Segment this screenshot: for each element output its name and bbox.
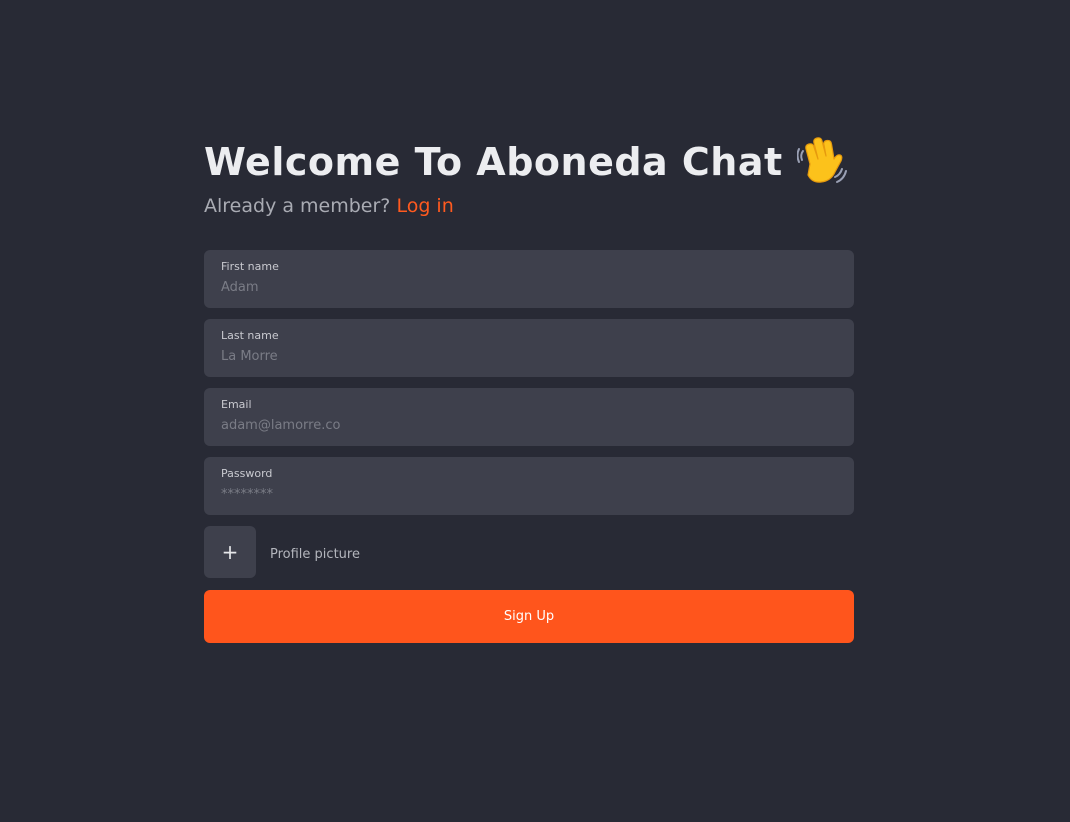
password-label: Password: [221, 467, 273, 480]
form-fields: First name Last name Email Password: [204, 250, 854, 515]
login-prompt-text: Already a member?: [204, 195, 391, 217]
signup-page: Welcome To Aboneda Chat Already a member…: [0, 0, 1070, 822]
add-profile-picture-button[interactable]: +: [204, 526, 256, 578]
waving-hand-icon: [796, 137, 847, 183]
signup-form: Welcome To Aboneda Chat Already a member…: [204, 130, 854, 643]
first-name-label: First name: [221, 260, 279, 273]
sign-up-button[interactable]: Sign Up: [204, 590, 854, 643]
first-name-input[interactable]: [221, 277, 837, 297]
page-title-text: Welcome To Aboneda Chat: [204, 140, 783, 184]
first-name-field[interactable]: First name: [204, 250, 854, 308]
plus-icon: +: [221, 540, 239, 564]
login-prompt: Already a member? Log in: [204, 195, 854, 221]
page-title: Welcome To Aboneda Chat: [204, 130, 854, 194]
password-field[interactable]: Password: [204, 457, 854, 515]
profile-picture-row: + Profile picture: [204, 526, 854, 578]
last-name-label: Last name: [221, 329, 279, 342]
email-field[interactable]: Email: [204, 388, 854, 446]
login-link[interactable]: Log in: [396, 195, 453, 217]
last-name-input[interactable]: [221, 346, 837, 366]
password-input[interactable]: [221, 484, 837, 504]
last-name-field[interactable]: Last name: [204, 319, 854, 377]
email-input[interactable]: [221, 415, 837, 435]
email-label: Email: [221, 398, 252, 411]
profile-picture-label: Profile picture: [270, 546, 360, 562]
